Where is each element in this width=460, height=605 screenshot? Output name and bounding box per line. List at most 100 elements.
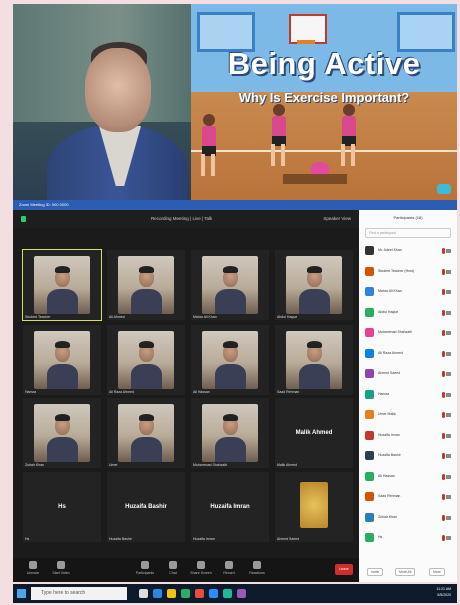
participant-tile[interactable]: Hs Hs	[23, 472, 101, 542]
app-icon[interactable]	[237, 589, 246, 598]
participant-list-item[interactable]: Zubair Khan	[363, 511, 453, 525]
participant-tile[interactable]: Saad Rehman	[275, 325, 353, 395]
avatar	[365, 389, 374, 399]
meeting-title: Recording Meeting | Live | Talk	[151, 216, 213, 221]
chat-button[interactable]: Chat	[159, 560, 187, 575]
invite-button[interactable]: Invite	[367, 568, 384, 576]
participant-name: Mahar Ali Khan	[378, 289, 402, 293]
edge-browser-icon[interactable]	[153, 589, 162, 598]
participant-tile[interactable]: Ali Hassan	[191, 325, 269, 395]
record-button[interactable]: Record	[215, 560, 243, 575]
participant-list-item[interactable]: Huzaifa Bashir	[363, 449, 453, 463]
participant-tile[interactable]: Malik Ahmed Malik Ahmed	[275, 398, 353, 468]
participant-tile[interactable]: Ahmed Saeed	[275, 472, 353, 542]
participant-name-label: Zubair Khan	[25, 463, 45, 467]
unmute-button[interactable]: Unmute	[19, 560, 47, 575]
participant-name-label: Hs	[25, 537, 30, 541]
participant-list-item[interactable]: Umer Malik	[363, 408, 453, 422]
muted-mic-icon	[442, 330, 445, 336]
leave-button[interactable]: Leave	[335, 564, 353, 575]
participant-name-label: Abdul Haque	[277, 315, 298, 319]
participant-name-label: Hamza	[25, 390, 37, 394]
video-off-icon	[446, 495, 451, 499]
participant-display-name: Malik Ahmed	[295, 430, 333, 436]
participant-name-label: Ali Hassan	[193, 390, 210, 394]
video-off-icon	[446, 372, 451, 376]
speaker-view-button[interactable]: Speaker View	[323, 210, 351, 228]
avatar	[365, 430, 374, 440]
participant-tile[interactable]: Ali Ahmed	[107, 250, 185, 320]
muted-mic-icon	[442, 453, 445, 459]
participant-list-item[interactable]: Student Teacher (Host)	[363, 265, 453, 279]
participant-tile[interactable]: Mahar Ali Khan	[191, 250, 269, 320]
mute-all-button[interactable]: Mute All	[395, 568, 416, 576]
participant-tile[interactable]: Ali Raza Ahmed	[107, 325, 185, 395]
video-off-icon	[446, 413, 451, 417]
participant-list-item[interactable]: Mr. Adeel Khan	[363, 244, 453, 258]
zoom-window: Zoom Meeting ID: 000 0000 Recording Meet…	[13, 200, 457, 582]
participant-name: Umer Malik	[378, 412, 396, 416]
windows-taskbar: Type here to search 11:21 AM 5/5/2020	[13, 584, 457, 603]
participant-tile[interactable]: Zubair Khan	[23, 398, 101, 468]
file-explorer-icon[interactable]	[167, 589, 176, 598]
muted-mic-icon	[442, 248, 445, 254]
avatar	[365, 492, 374, 501]
participant-list-item[interactable]: Saad Rehman	[363, 490, 453, 504]
participant-tile[interactable]: Huzaifa Bashir Huzaifa Bashir	[107, 472, 185, 542]
avatar	[365, 512, 374, 522]
video-off-icon	[446, 249, 451, 253]
participant-name: Huzaifa Bashir	[378, 453, 401, 457]
participants-panel: Participants (18) Find a participant Mr.…	[359, 210, 457, 582]
taskbar-search-input[interactable]: Type here to search	[31, 587, 127, 600]
participant-display-name: Hs	[58, 504, 66, 510]
task-view-icon[interactable]	[139, 589, 148, 598]
control-icon	[141, 561, 149, 569]
participant-list-item[interactable]: Ali Hassan	[363, 470, 453, 484]
control-icon	[169, 561, 177, 569]
participant-name: Student Teacher (Host)	[378, 268, 414, 273]
muted-mic-icon	[442, 473, 445, 480]
participant-list-item[interactable]: Ali Raza Ahmed	[363, 347, 453, 361]
presenter-webcam	[13, 4, 191, 200]
participant-tile[interactable]: Muhammad Shahzaib	[191, 398, 269, 468]
security-shield-icon[interactable]	[21, 216, 26, 222]
app-icon[interactable]	[195, 589, 204, 598]
participant-list-item[interactable]: Muhammad Shahzaib	[363, 326, 453, 340]
participant-tile[interactable]: Umer	[107, 398, 185, 468]
meeting-topbar: Recording Meeting | Live | Talk Speaker …	[13, 210, 359, 228]
store-icon[interactable]	[181, 589, 190, 598]
control-icon	[197, 561, 205, 569]
reactions-button[interactable]: Reactions	[243, 560, 271, 575]
windows-start-icon[interactable]	[17, 589, 26, 598]
muted-mic-icon	[442, 371, 445, 377]
participant-list-item[interactable]: Ahmed Saeed	[363, 367, 453, 381]
participant-name: Abdul Haque	[378, 309, 399, 314]
participant-list-item[interactable]: Hs	[363, 531, 453, 545]
participant-tile[interactable]: Student Teacher	[22, 249, 102, 321]
avatar	[365, 287, 374, 296]
participant-video	[201, 330, 259, 390]
start-video-button[interactable]: Start Video	[47, 560, 75, 575]
avatar	[365, 307, 374, 317]
participant-display-name: Huzaifa Bashir	[125, 504, 167, 510]
participant-tile[interactable]: Abdul Haque	[275, 250, 353, 320]
participant-tile[interactable]: Hamza	[23, 325, 101, 395]
slide-subtitle: Why Is Exercise Important?	[238, 90, 410, 105]
participant-video	[201, 403, 259, 463]
share-screen-button[interactable]: Share Screen	[187, 560, 215, 575]
publisher-logo-icon	[437, 184, 451, 194]
app-icon[interactable]	[223, 589, 232, 598]
participant-video	[117, 403, 175, 463]
participant-tile[interactable]: Huzaifa Imran Huzaifa Imran	[191, 472, 269, 542]
zoom-app-icon[interactable]	[209, 589, 218, 598]
participant-video	[117, 330, 175, 390]
participant-list-item[interactable]: Hamza	[363, 388, 453, 402]
participant-list-item[interactable]: Abdul Haque	[363, 306, 453, 320]
participant-video	[285, 330, 343, 390]
participants-button[interactable]: Participants	[131, 560, 159, 575]
participant-list-item[interactable]: Huzaifa Imran	[363, 429, 453, 443]
more-button[interactable]: More	[429, 568, 445, 576]
participant-list-item[interactable]: Mahar Ali Khan	[363, 285, 453, 299]
participant-search-input[interactable]: Find a participant	[365, 228, 451, 238]
participant-name: Saad Rehman	[378, 494, 401, 498]
